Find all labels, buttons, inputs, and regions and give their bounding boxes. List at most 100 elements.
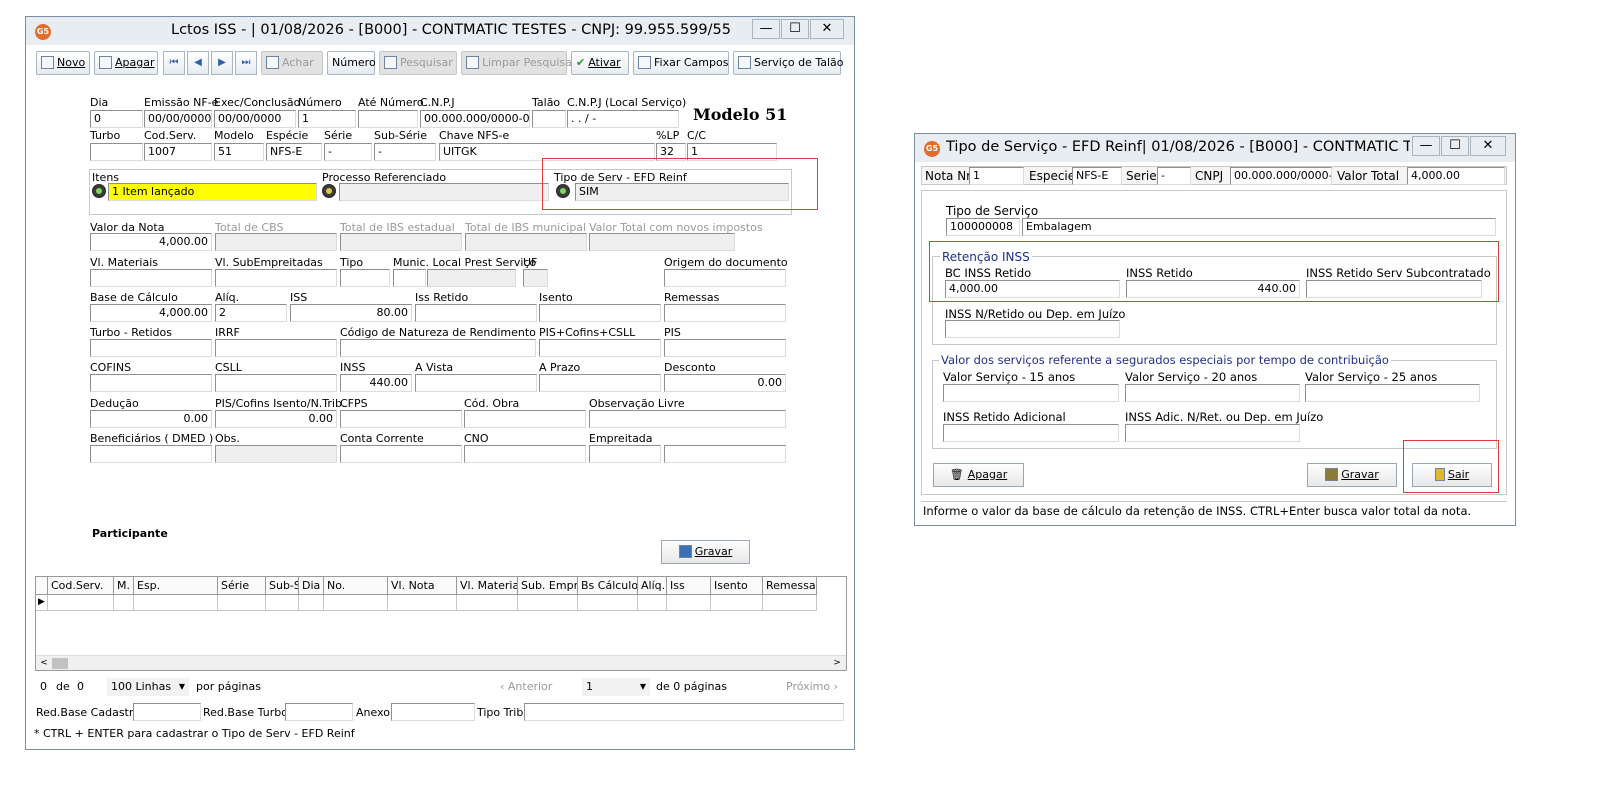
empreitada-field[interactable] <box>589 445 661 463</box>
vs15-field[interactable] <box>943 384 1119 402</box>
empreitada-extra-field[interactable] <box>664 445 786 463</box>
inss-adic-nret-field[interactable] <box>1125 424 1300 442</box>
col-cod-serv[interactable]: Cod.Serv. <box>48 577 114 595</box>
next-record-icon[interactable]: ▶ <box>211 51 233 75</box>
fixar-campos-button[interactable]: Fixar Campos <box>633 51 729 75</box>
cod-natureza-field[interactable] <box>340 339 536 357</box>
col-no[interactable]: No. <box>324 577 388 595</box>
col-iss[interactable]: Iss <box>667 577 711 595</box>
valor-nota-field[interactable]: 4,000.00 <box>90 233 212 251</box>
pis-cofins-csll-field[interactable] <box>539 339 661 357</box>
a-vista-field[interactable] <box>415 374 537 392</box>
grid-cell[interactable] <box>299 595 324 611</box>
dialog-gravar-button[interactable]: Gravar <box>1307 463 1397 487</box>
grid-row[interactable]: ▶ <box>36 595 817 611</box>
red-base-field[interactable] <box>133 703 201 721</box>
dialog-apagar-button[interactable]: 🗑 Apagar <box>933 463 1024 487</box>
grid-cell[interactable] <box>218 595 266 611</box>
col-serie[interactable]: Série <box>218 577 266 595</box>
inss-nret-field[interactable] <box>945 320 1120 338</box>
grid-cell[interactable] <box>457 595 518 611</box>
horizontal-scrollbar[interactable]: < > <box>36 655 846 670</box>
grid-cell[interactable] <box>266 595 299 611</box>
grid-cell[interactable] <box>518 595 578 611</box>
col-bs-calculo[interactable]: Bs Cálculo <box>578 577 638 595</box>
origem-field[interactable] <box>664 269 786 287</box>
col-sub-empr[interactable]: Sub. Empr <box>518 577 578 595</box>
irrf-field[interactable] <box>215 339 337 357</box>
col-isento[interactable]: Isento <box>711 577 763 595</box>
deducao-field[interactable]: 0.00 <box>90 410 212 428</box>
turbo-retidos-field[interactable] <box>90 339 212 357</box>
pesquisar-button[interactable]: Pesquisar <box>379 51 457 75</box>
vl-materiais-field[interactable] <box>90 269 212 287</box>
servico-talao-button[interactable]: Serviço de Talão <box>733 51 844 75</box>
vs25-field[interactable] <box>1305 384 1480 402</box>
obs-field[interactable] <box>215 445 337 463</box>
itens-status-icon[interactable] <box>92 184 106 198</box>
dia-field[interactable]: 0 <box>90 110 143 128</box>
last-record-icon[interactable]: ⏭ <box>235 51 257 75</box>
scroll-thumb[interactable] <box>52 658 68 669</box>
processo-field[interactable] <box>339 183 549 201</box>
minimize-icon[interactable]: — <box>752 19 780 39</box>
items-grid[interactable]: Cod.Serv. M. Esp. Série Sub-S Dia No. Vl… <box>35 576 847 671</box>
lines-per-page-select[interactable]: 100 Linhas ▼ <box>107 678 189 696</box>
itens-field[interactable]: 1 Item lançado <box>108 183 317 201</box>
previous-record-icon[interactable]: ◀ <box>187 51 209 75</box>
grid-cell[interactable] <box>638 595 667 611</box>
iss-retido-field[interactable] <box>415 304 537 322</box>
vl-subemp-field[interactable] <box>215 269 337 287</box>
grid-cell[interactable] <box>114 595 134 611</box>
grid-cell[interactable] <box>388 595 457 611</box>
cod-serv-field[interactable]: 1007 <box>144 143 212 161</box>
scroll-right-icon[interactable]: > <box>830 657 844 669</box>
turbo-field[interactable] <box>90 143 143 161</box>
cnpj-local-field[interactable]: . . / - <box>567 110 679 128</box>
beneficiarios-field[interactable] <box>90 445 212 463</box>
exec-field[interactable]: 00/00/0000 <box>214 110 296 128</box>
uf-field[interactable] <box>523 269 548 287</box>
remessas-field[interactable] <box>664 304 786 322</box>
isento-field[interactable] <box>539 304 661 322</box>
grid-cell[interactable] <box>134 595 218 611</box>
anexo-field[interactable] <box>391 703 475 721</box>
munic-code-field[interactable] <box>393 269 426 287</box>
close-icon[interactable]: ✕ <box>810 19 844 39</box>
pis-field[interactable] <box>664 339 786 357</box>
inss-field[interactable]: 440.00 <box>340 374 412 392</box>
emissao-field[interactable]: 00/00/0000 <box>144 110 212 128</box>
gravar-button[interactable]: Gravar <box>661 540 750 564</box>
page-select[interactable]: 1 ▼ <box>582 678 650 696</box>
first-record-icon[interactable]: ⏮ <box>163 51 185 75</box>
dialog-title-bar[interactable]: G5 Tipo de Serviço - EFD Reinf| 01/08/20… <box>915 134 1515 162</box>
tipo-servico-code-field[interactable]: 100000008 <box>946 218 1020 236</box>
obs-livre-field[interactable] <box>589 410 786 428</box>
csll-field[interactable] <box>215 374 337 392</box>
tipo-servico-desc-field[interactable]: Embalagem <box>1022 218 1496 236</box>
maximize-icon[interactable]: ☐ <box>1441 136 1469 156</box>
col-vl-nota[interactable]: Vl. Nota <box>388 577 457 595</box>
munic-name-field[interactable] <box>427 269 516 287</box>
cofins-field[interactable] <box>90 374 212 392</box>
limpar-pesquisa-button[interactable]: Limpar Pesquisa <box>461 51 572 75</box>
inss-adicional-field[interactable] <box>943 424 1119 442</box>
col-sub-s[interactable]: Sub-S <box>266 577 299 595</box>
cfps-field[interactable] <box>340 410 462 428</box>
especie-field[interactable]: NFS-E <box>266 143 322 161</box>
aliq-field[interactable]: 2 <box>215 304 287 322</box>
maximize-icon[interactable]: ☐ <box>781 19 809 39</box>
achar-button[interactable]: Achar <box>261 51 323 75</box>
processo-status-icon[interactable] <box>322 184 336 198</box>
cnpj-field[interactable]: 00.000.000/0000-05 <box>420 110 530 128</box>
grid-cell[interactable] <box>324 595 388 611</box>
grid-cell[interactable] <box>578 595 638 611</box>
ativar-button[interactable]: ✔ Ativar <box>571 51 629 75</box>
minimize-icon[interactable]: — <box>1412 136 1440 156</box>
col-m[interactable]: M. <box>114 577 134 595</box>
col-esp[interactable]: Esp. <box>134 577 218 595</box>
main-title-bar[interactable]: G5 Lctos ISS - | 01/08/2026 - [B000] - C… <box>26 17 854 45</box>
proximo-button[interactable]: Próximo › <box>786 680 838 693</box>
desconto-field[interactable]: 0.00 <box>664 374 786 392</box>
grid-cell[interactable] <box>667 595 711 611</box>
